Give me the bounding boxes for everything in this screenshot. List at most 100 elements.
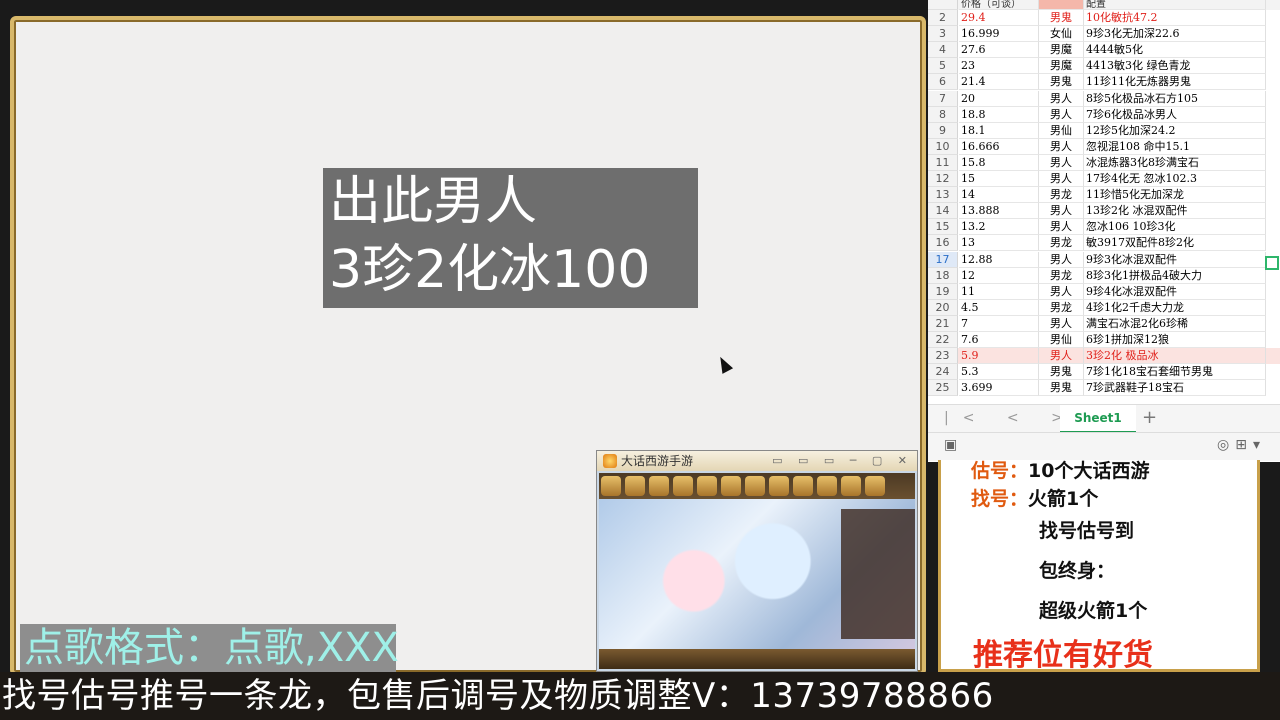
cell-price[interactable]: 13	[959, 235, 1039, 252]
portrait-icon[interactable]	[601, 476, 621, 496]
portrait-icon[interactable]	[817, 476, 837, 496]
cell-price[interactable]: 20	[959, 90, 1039, 107]
cell-price[interactable]: 16.999	[959, 26, 1039, 43]
cell-config[interactable]: 4珍1化2千虑大力龙	[1084, 299, 1266, 316]
table-row[interactable]: 3 16.999 女仙 9珍3化无加深22.6	[928, 26, 1280, 43]
row-number[interactable]: 8	[928, 106, 958, 123]
row-number[interactable]: 21	[928, 315, 958, 332]
cell-config[interactable]: 满宝石冰混2化6珍稀	[1084, 315, 1266, 332]
portrait-icon[interactable]	[745, 476, 765, 496]
table-row[interactable]: 12 15 男人 17珍4化无 忽冰102.3	[928, 171, 1280, 188]
game-portrait-bar[interactable]	[599, 473, 915, 499]
table-row[interactable]: 20 4.5 男龙 4珍1化2千虑大力龙	[928, 299, 1280, 316]
cell-price[interactable]: 18.8	[959, 106, 1039, 123]
cell-config[interactable]: 17珍4化无 忽冰102.3	[1084, 171, 1266, 188]
portrait-icon[interactable]	[673, 476, 693, 496]
cell-price[interactable]: 12	[959, 267, 1039, 284]
cell-price[interactable]: 13.888	[959, 203, 1039, 220]
cell-config[interactable]: 4413敏3化 绿色青龙	[1084, 58, 1266, 75]
portrait-icon[interactable]	[865, 476, 885, 496]
cell-role[interactable]: 男龙	[1039, 235, 1084, 252]
row-number[interactable]: 10	[928, 138, 958, 155]
row-number[interactable]: 11	[928, 154, 958, 171]
cell-price[interactable]: 29.4	[959, 10, 1039, 27]
cell-role[interactable]: 女仙	[1039, 26, 1084, 43]
portrait-icon[interactable]	[721, 476, 741, 496]
table-row[interactable]: 21 7 男人 满宝石冰混2化6珍稀	[928, 315, 1280, 332]
cell-config[interactable]: 3珍2化 极品冰	[1084, 348, 1266, 365]
cell-price[interactable]: 14	[959, 187, 1039, 204]
cell-role[interactable]: 男龙	[1039, 267, 1084, 284]
row-number[interactable]: 16	[928, 235, 958, 252]
cell-price[interactable]: 23	[959, 58, 1039, 75]
row-number[interactable]: 14	[928, 203, 958, 220]
cell-role[interactable]: 男鬼	[1039, 74, 1084, 91]
table-row[interactable]: 5 23 男魔 4413敏3化 绿色青龙	[928, 58, 1280, 75]
row-number[interactable]: 4	[928, 42, 958, 59]
game-quest-panel[interactable]	[841, 509, 915, 639]
row-number[interactable]: 13	[928, 187, 958, 204]
add-sheet-button[interactable]: +	[1142, 407, 1157, 428]
row-number[interactable]: 25	[928, 380, 958, 397]
cell-role[interactable]: 男人	[1039, 283, 1084, 300]
cell-price[interactable]: 5.9	[959, 348, 1039, 365]
table-row[interactable]: 10 16.666 男人 忽视混108 命中15.1	[928, 138, 1280, 155]
cell-config[interactable]: 12珍5化加深24.2	[1084, 122, 1266, 139]
cell-config[interactable]: 7珍1化18宝石套细节男鬼	[1084, 364, 1266, 381]
table-row[interactable]: 16 13 男龙 敏3917双配件8珍2化	[928, 235, 1280, 252]
game-scene[interactable]	[599, 473, 915, 669]
cell-role[interactable]: 男仙	[1039, 332, 1084, 349]
cell-config[interactable]: 7珍武器鞋子18宝石	[1084, 380, 1266, 397]
cell-role[interactable]: 男龙	[1039, 299, 1084, 316]
portrait-icon[interactable]	[793, 476, 813, 496]
view-icons[interactable]: ◎⊞▾	[1217, 437, 1266, 453]
cell-role[interactable]: 男人	[1039, 171, 1084, 188]
portrait-icon[interactable]	[649, 476, 669, 496]
table-row[interactable]: 15 13.2 男人 忽冰106 10珍3化	[928, 219, 1280, 236]
cell-config[interactable]: 冰混炼器3化8珍满宝石	[1084, 154, 1266, 171]
row-number[interactable]: 24	[928, 364, 958, 381]
cell-config[interactable]: 11珍11化无炼器男鬼	[1084, 74, 1266, 91]
cell-config[interactable]: 8珍3化1拼极品4破大力	[1084, 267, 1266, 284]
cell-role[interactable]: 男龙	[1039, 187, 1084, 204]
cell-config[interactable]: 10化敏抗47.2	[1084, 10, 1266, 27]
table-row[interactable]: 18 12 男龙 8珍3化1拼极品4破大力	[928, 267, 1280, 284]
cell-role[interactable]: 男人	[1039, 154, 1084, 171]
table-row[interactable]: 6 21.4 男鬼 11珍11化无炼器男鬼	[928, 74, 1280, 91]
cell-role[interactable]: 男魔	[1039, 42, 1084, 59]
cell-role[interactable]: 男魔	[1039, 58, 1084, 75]
table-row[interactable]: 22 7.6 男仙 6珍1拼加深12狼	[928, 332, 1280, 349]
table-row[interactable]: 25 3.699 男鬼 7珍武器鞋子18宝石	[928, 380, 1280, 397]
portrait-icon[interactable]	[625, 476, 645, 496]
cell-price[interactable]: 3.699	[959, 380, 1039, 397]
cell-role[interactable]: 男鬼	[1039, 380, 1084, 397]
cell-price[interactable]: 21.4	[959, 74, 1039, 91]
cell-role[interactable]: 男人	[1039, 219, 1084, 236]
table-row[interactable]: 2 29.4 男鬼 10化敏抗47.2	[928, 10, 1280, 27]
table-row[interactable]: 11 15.8 男人 冰混炼器3化8珍满宝石	[928, 154, 1280, 171]
cell-price[interactable]: 5.3	[959, 364, 1039, 381]
tab-sheet1[interactable]: Sheet1	[1060, 405, 1136, 433]
cell-price[interactable]: 13.2	[959, 219, 1039, 236]
cell-config[interactable]: 11珍惜5化无加深龙	[1084, 187, 1266, 204]
cell-config[interactable]: 9珍3化无加深22.6	[1084, 26, 1266, 43]
cell-config[interactable]: 13珍2化 冰混双配件	[1084, 203, 1266, 220]
spreadsheet[interactable]: 价格（可谈） 配置 2 29.4 男鬼 10化敏抗47.2 3 16.999 女仙 9珍3化无…	[928, 0, 1280, 462]
cell-config[interactable]: 6珍1拼加深12狼	[1084, 332, 1266, 349]
cell-role[interactable]: 男人	[1039, 90, 1084, 107]
table-row[interactable]: 9 18.1 男仙 12珍5化加深24.2	[928, 122, 1280, 139]
cell-price[interactable]: 12.88	[959, 251, 1039, 268]
cell-role[interactable]: 男人	[1039, 315, 1084, 332]
cell-config[interactable]: 8珍5化极品冰石方105	[1084, 90, 1266, 107]
cell-config[interactable]: 敏3917双配件8珍2化	[1084, 235, 1266, 252]
row-number[interactable]: 6	[928, 74, 958, 91]
cell-role[interactable]: 男鬼	[1039, 364, 1084, 381]
row-number[interactable]: 17	[928, 251, 958, 268]
row-number[interactable]: 15	[928, 219, 958, 236]
cell-role[interactable]: 男人	[1039, 203, 1084, 220]
game-skill-bar[interactable]	[599, 649, 915, 669]
portrait-icon[interactable]	[769, 476, 789, 496]
row-number[interactable]: 19	[928, 283, 958, 300]
cell-config[interactable]: 7珍6化极品冰男人	[1084, 106, 1266, 123]
cell-role[interactable]: 男仙	[1039, 122, 1084, 139]
